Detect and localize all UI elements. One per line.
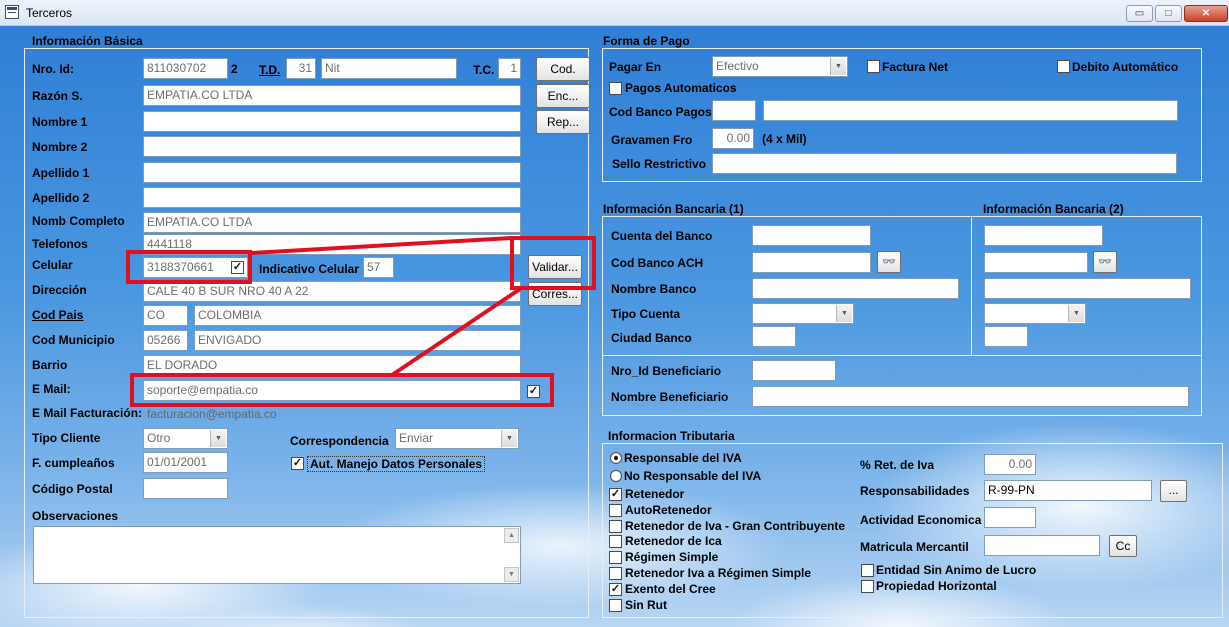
annotation-lines: [251, 236, 522, 377]
email-connector: [390, 287, 522, 377]
celular-connector: [251, 236, 513, 255]
